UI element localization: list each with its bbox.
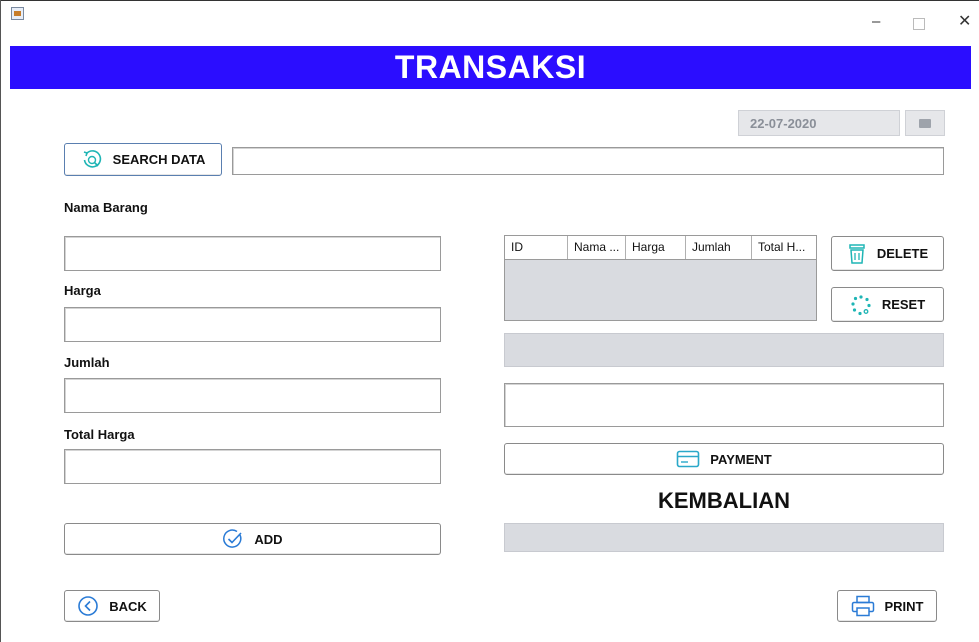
print-label: PRINT <box>884 598 924 614</box>
column-header-id[interactable]: ID <box>505 236 568 259</box>
kembalian-field <box>504 523 944 552</box>
payment-input[interactable] <box>504 383 944 427</box>
nama-barang-input[interactable] <box>64 236 441 271</box>
check-circle-icon <box>223 529 242 548</box>
transaction-table[interactable]: ID Nama ... Harga Jumlah Total H... <box>504 235 817 321</box>
delete-label: DELETE <box>876 246 929 261</box>
credit-card-icon <box>676 450 700 468</box>
back-arrow-icon <box>78 596 99 616</box>
close-button[interactable]: ✕ <box>958 14 971 30</box>
payment-button[interactable]: PAYMENT <box>504 443 944 475</box>
delete-button[interactable]: DELETE <box>831 236 944 271</box>
application-window: – ✕ TRANSAKSI 22-07-2020 SEARCH DATA Nam… <box>0 0 979 642</box>
search-data-label: SEARCH DATA <box>112 152 206 167</box>
header-bar: TRANSAKSI <box>10 46 971 89</box>
minimize-button[interactable]: – <box>872 14 880 29</box>
column-header-nama[interactable]: Nama ... <box>568 236 626 259</box>
add-label: ADD <box>254 531 283 547</box>
jumlah-label: Jumlah <box>64 355 110 370</box>
total-harga-label: Total Harga <box>64 427 135 442</box>
nama-barang-label: Nama Barang <box>64 200 148 215</box>
table-header: ID Nama ... Harga Jumlah Total H... <box>505 236 816 260</box>
search-data-button[interactable]: SEARCH DATA <box>64 143 222 176</box>
back-button[interactable]: BACK <box>64 590 160 622</box>
add-button[interactable]: ADD <box>64 523 441 555</box>
reset-label: RESET <box>881 297 926 312</box>
printer-icon <box>851 595 874 617</box>
trash-icon <box>849 243 865 264</box>
column-header-harga[interactable]: Harga <box>626 236 686 259</box>
back-label: BACK <box>109 598 147 614</box>
total-harga-input[interactable] <box>64 449 441 484</box>
maximize-button[interactable] <box>913 18 925 30</box>
harga-input[interactable] <box>64 307 441 342</box>
column-header-jumlah[interactable]: Jumlah <box>686 236 752 259</box>
search-refresh-icon <box>83 149 101 168</box>
column-header-total-harga[interactable]: Total H... <box>752 236 816 259</box>
print-button[interactable]: PRINT <box>837 590 937 622</box>
reset-button[interactable]: RESET <box>831 287 944 322</box>
search-input[interactable] <box>232 147 944 175</box>
kembalian-title: KEMBALIAN <box>658 488 790 513</box>
harga-label: Harga <box>64 283 101 298</box>
date-field[interactable]: 22-07-2020 <box>738 110 900 136</box>
title-bar: – ✕ <box>1 0 979 40</box>
jumlah-input[interactable] <box>64 378 441 413</box>
date-picker-button[interactable] <box>905 110 945 136</box>
calendar-icon <box>919 118 931 128</box>
java-app-icon <box>11 7 24 20</box>
reset-spinner-icon <box>851 294 871 315</box>
total-display-field <box>504 333 944 367</box>
payment-label: PAYMENT <box>710 451 772 467</box>
page-title: TRANSAKSI <box>394 49 587 85</box>
